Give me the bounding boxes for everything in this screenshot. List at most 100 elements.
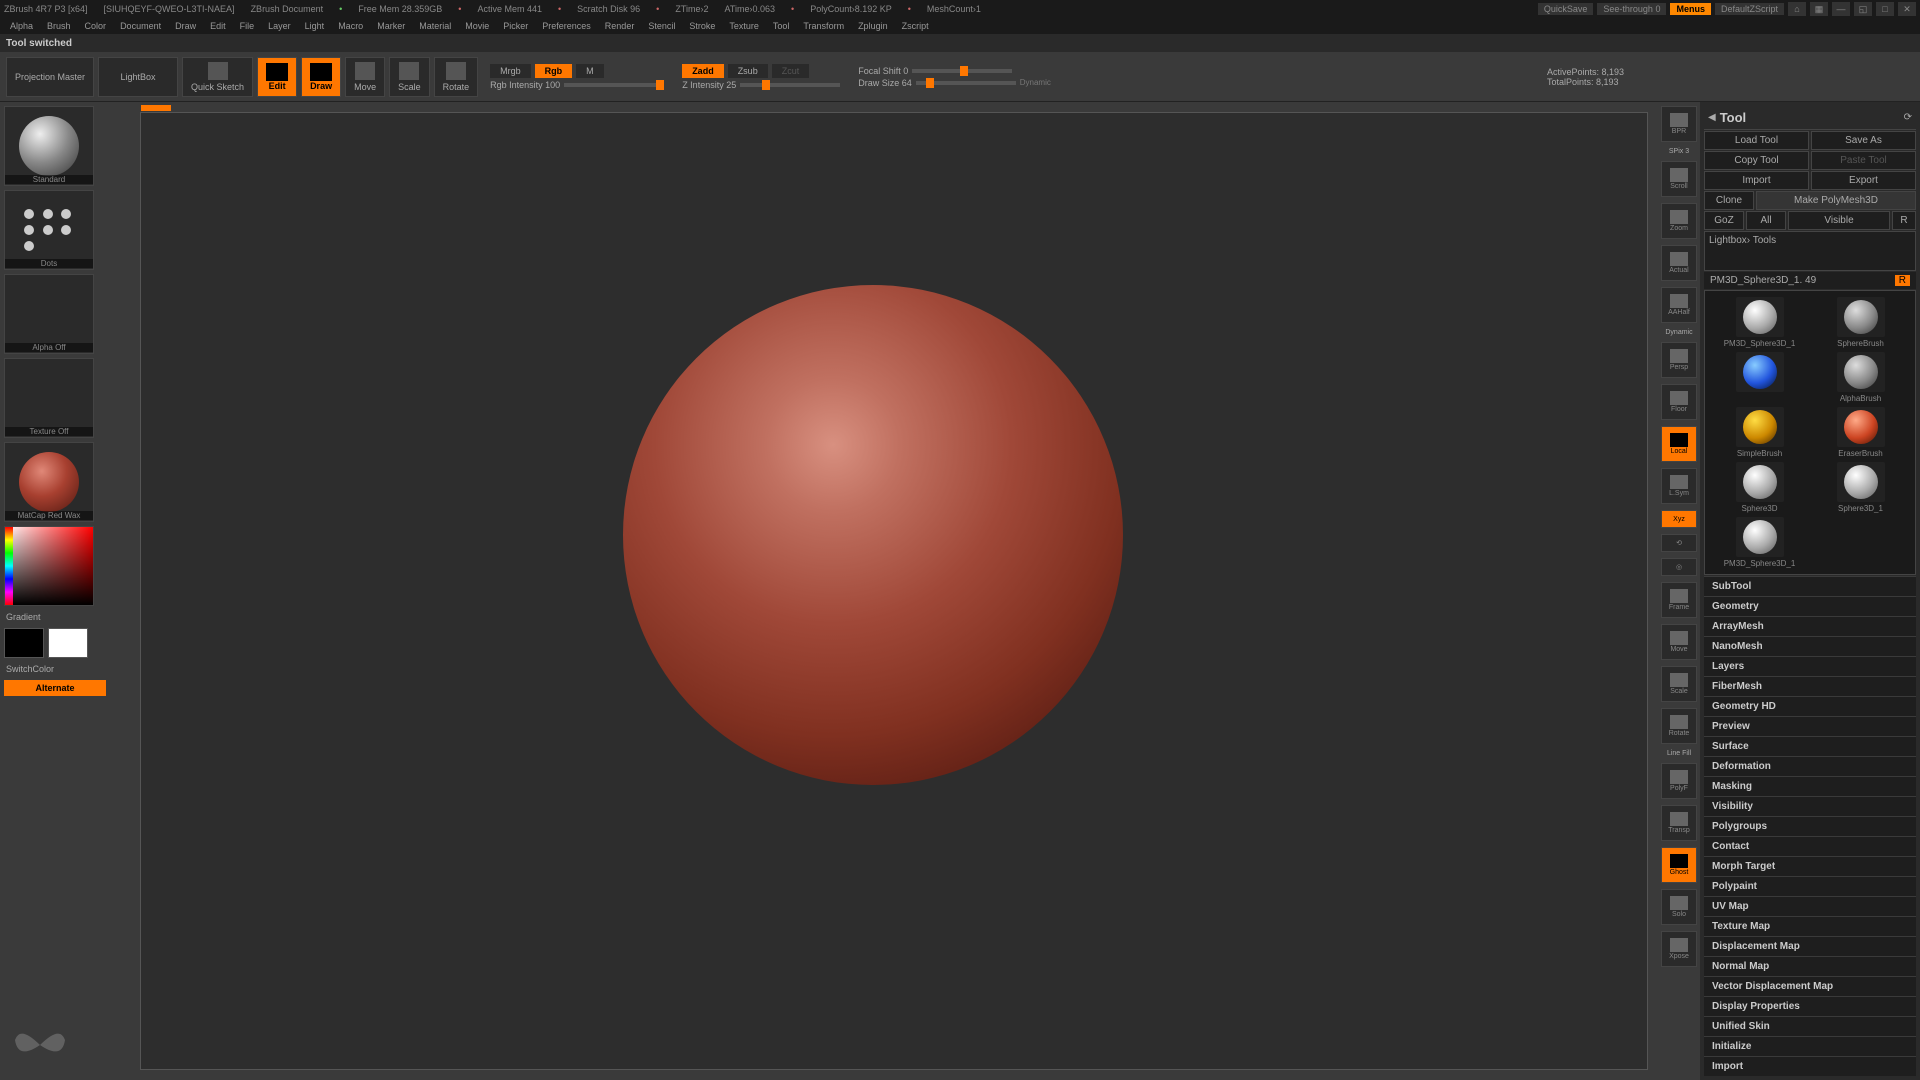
section-geometry[interactable]: Geometry: [1704, 596, 1916, 616]
section-preview[interactable]: Preview: [1704, 716, 1916, 736]
menu-alpha[interactable]: Alpha: [4, 21, 39, 31]
current-tool-name[interactable]: PM3D_Sphere3D_1. 49R: [1704, 272, 1916, 289]
scroll-button[interactable]: Scroll: [1661, 161, 1697, 197]
zadd-button[interactable]: Zadd: [682, 64, 724, 78]
tool-item[interactable]: SphereBrush: [1812, 297, 1909, 348]
lightbox-button[interactable]: LightBox: [98, 57, 178, 97]
transp-button[interactable]: Transp: [1661, 805, 1697, 841]
vp-rotate-button[interactable]: Rotate: [1661, 708, 1697, 744]
section-polygroups[interactable]: Polygroups: [1704, 816, 1916, 836]
section-nanomesh[interactable]: NanoMesh: [1704, 636, 1916, 656]
section-masking[interactable]: Masking: [1704, 776, 1916, 796]
rgb-intensity-slider[interactable]: [564, 83, 664, 87]
vp-scale-button[interactable]: Scale: [1661, 666, 1697, 702]
grid-icon[interactable]: ▦: [1810, 2, 1828, 16]
section-uv-map[interactable]: UV Map: [1704, 896, 1916, 916]
alternate-button[interactable]: Alternate: [4, 680, 106, 696]
menu-preferences[interactable]: Preferences: [536, 21, 597, 31]
frame-button[interactable]: Frame: [1661, 582, 1697, 618]
section-display-properties[interactable]: Display Properties: [1704, 996, 1916, 1016]
menu-transform[interactable]: Transform: [797, 21, 850, 31]
tool-item[interactable]: EraserBrush: [1812, 407, 1909, 458]
move-button[interactable]: Move: [345, 57, 385, 97]
maximize-icon[interactable]: □: [1876, 2, 1894, 16]
section-surface[interactable]: Surface: [1704, 736, 1916, 756]
color-picker[interactable]: [4, 526, 94, 606]
lsym-button[interactable]: L.Sym: [1661, 468, 1697, 504]
save-as-button[interactable]: Save As: [1811, 131, 1916, 150]
menu-stencil[interactable]: Stencil: [642, 21, 681, 31]
section-fibermesh[interactable]: FiberMesh: [1704, 676, 1916, 696]
goz-r-button[interactable]: R: [1892, 211, 1916, 230]
menu-material[interactable]: Material: [413, 21, 457, 31]
section-vector-displacement-map[interactable]: Vector Displacement Map: [1704, 976, 1916, 996]
menu-texture[interactable]: Texture: [723, 21, 765, 31]
section-contact[interactable]: Contact: [1704, 836, 1916, 856]
section-visibility[interactable]: Visibility: [1704, 796, 1916, 816]
floor-button[interactable]: Floor: [1661, 384, 1697, 420]
secondary-color-swatch[interactable]: [48, 628, 88, 658]
quicksketch-button[interactable]: Quick Sketch: [182, 57, 253, 97]
menus-button[interactable]: Menus: [1670, 3, 1711, 15]
zoom-button[interactable]: Zoom: [1661, 203, 1697, 239]
cam-center-button[interactable]: ◎: [1661, 558, 1697, 576]
goz-visible-button[interactable]: Visible: [1788, 211, 1890, 230]
menu-macro[interactable]: Macro: [332, 21, 369, 31]
menu-file[interactable]: File: [234, 21, 261, 31]
ghost-button[interactable]: Ghost: [1661, 847, 1697, 883]
menu-brush[interactable]: Brush: [41, 21, 77, 31]
lightbox-tools-button[interactable]: Lightbox› Tools: [1704, 231, 1916, 271]
menu-color[interactable]: Color: [79, 21, 113, 31]
home-icon[interactable]: ⌂: [1788, 2, 1806, 16]
section-import[interactable]: Import: [1704, 1056, 1916, 1076]
minimize-icon[interactable]: —: [1832, 2, 1850, 16]
switchcolor-button[interactable]: SwitchColor: [4, 662, 106, 676]
menu-render[interactable]: Render: [599, 21, 641, 31]
tool-item[interactable]: PM3D_Sphere3D_1: [1711, 297, 1808, 348]
menu-picker[interactable]: Picker: [497, 21, 534, 31]
goz-all-button[interactable]: All: [1746, 211, 1786, 230]
section-normal-map[interactable]: Normal Map: [1704, 956, 1916, 976]
dock-icon[interactable]: ◀: [1708, 112, 1716, 123]
vp-move-button[interactable]: Move: [1661, 624, 1697, 660]
solo-button[interactable]: Solo: [1661, 889, 1697, 925]
quicksave-button[interactable]: QuickSave: [1538, 3, 1594, 15]
section-layers[interactable]: Layers: [1704, 656, 1916, 676]
rgb-button[interactable]: Rgb: [535, 64, 573, 78]
alpha-thumb[interactable]: Alpha Off: [4, 274, 94, 354]
section-arraymesh[interactable]: ArrayMesh: [1704, 616, 1916, 636]
tool-item[interactable]: Sphere3D: [1711, 462, 1808, 513]
menu-zscript[interactable]: Zscript: [896, 21, 935, 31]
cam-rotate-button[interactable]: ⟲: [1661, 534, 1697, 552]
actual-button[interactable]: Actual: [1661, 245, 1697, 281]
menu-edit[interactable]: Edit: [204, 21, 232, 31]
tool-item[interactable]: PM3D_Sphere3D_1: [1711, 517, 1808, 568]
paste-tool-button[interactable]: Paste Tool: [1811, 151, 1916, 170]
main-color-swatch[interactable]: [4, 628, 44, 658]
texture-thumb[interactable]: Texture Off: [4, 358, 94, 438]
section-subtool[interactable]: SubTool: [1704, 576, 1916, 596]
clone-button[interactable]: Clone: [1704, 191, 1754, 210]
scale-button[interactable]: Scale: [389, 57, 430, 97]
polyf-button[interactable]: PolyF: [1661, 763, 1697, 799]
tool-item[interactable]: [1711, 352, 1808, 403]
sphere-mesh[interactable]: [623, 285, 1123, 785]
section-morph-target[interactable]: Morph Target: [1704, 856, 1916, 876]
section-geometry-hd[interactable]: Geometry HD: [1704, 696, 1916, 716]
menu-tool[interactable]: Tool: [767, 21, 796, 31]
persp-button[interactable]: Persp: [1661, 342, 1697, 378]
aahalf-button[interactable]: AAHalf: [1661, 287, 1697, 323]
xpose-button[interactable]: Xpose: [1661, 931, 1697, 967]
tool-item[interactable]: AlphaBrush: [1812, 352, 1909, 403]
goz-button[interactable]: GoZ: [1704, 211, 1744, 230]
menu-stroke[interactable]: Stroke: [683, 21, 721, 31]
panel-refresh-icon[interactable]: ⟳: [1904, 112, 1912, 123]
m-button[interactable]: M: [576, 64, 604, 78]
section-displacement-map[interactable]: Displacement Map: [1704, 936, 1916, 956]
bpr-button[interactable]: BPR: [1661, 106, 1697, 142]
tool-item[interactable]: Sphere3D_1: [1812, 462, 1909, 513]
copy-tool-button[interactable]: Copy Tool: [1704, 151, 1809, 170]
menu-zplugin[interactable]: Zplugin: [852, 21, 894, 31]
rotate-button[interactable]: Rotate: [434, 57, 479, 97]
mrgb-button[interactable]: Mrgb: [490, 64, 531, 78]
